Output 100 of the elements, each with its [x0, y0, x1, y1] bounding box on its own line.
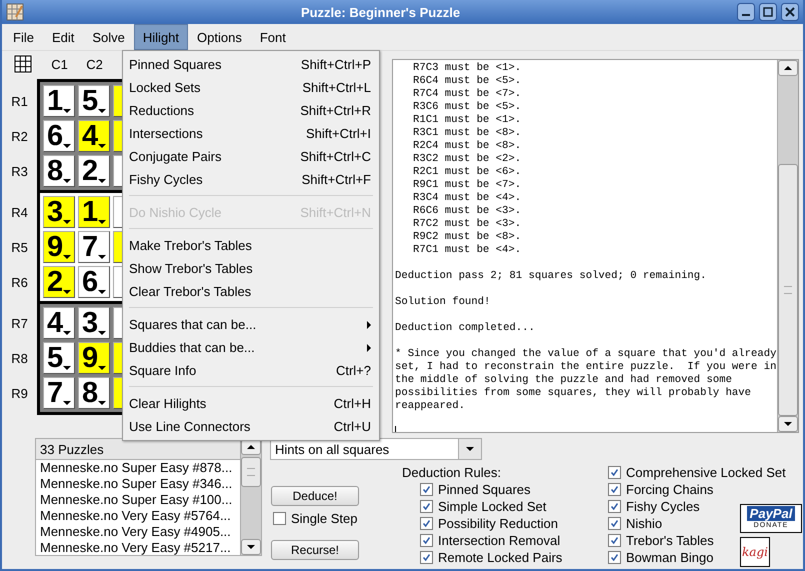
scrollbar[interactable]: [777, 60, 798, 432]
menu-item[interactable]: File: [4, 24, 43, 50]
checkbox[interactable]: [608, 483, 621, 496]
menu-item[interactable]: Clear Hilights Ctrl+H: [123, 392, 379, 415]
menu-item[interactable]: Edit: [42, 24, 84, 50]
checkbox[interactable]: [273, 512, 286, 525]
checkbox[interactable]: [608, 534, 621, 547]
caret-icon: [98, 290, 106, 294]
menu-item[interactable]: Show Trebor's Tables: [123, 257, 379, 280]
menu-item[interactable]: Square Info Ctrl+?: [123, 359, 379, 382]
caret-icon: [63, 401, 71, 405]
list-item[interactable]: Menneske.no Very Easy #5764...: [36, 508, 240, 524]
maximize-icon[interactable]: [759, 3, 777, 21]
caret-icon: [63, 179, 71, 183]
checkbox[interactable]: [608, 551, 621, 564]
caret-icon: [63, 144, 71, 148]
puzzle-square[interactable]: 6: [43, 120, 75, 152]
puzzle-list[interactable]: 33 Puzzles Menneske.no Super Easy #878... Menneske.no Super Easy #346... Menneske.no Super Easy #100... Menneske.no Very Easy #5764... Menneske.no Very Easy #4905... Menneske.no Very Easy #5217...: [36, 439, 240, 555]
caret-icon: [63, 331, 71, 335]
list-item[interactable]: Menneske.no Very Easy #5217...: [36, 540, 240, 555]
puzzle-square[interactable]: 5: [43, 342, 75, 374]
row-label: R7: [10, 314, 29, 332]
caret-icon: [98, 255, 106, 259]
scroll-down-button[interactable]: [241, 539, 261, 555]
menu-item[interactable]: Clear Trebor's Tables: [123, 280, 379, 303]
checkbox[interactable]: [608, 517, 621, 530]
checkbox[interactable]: [420, 483, 433, 496]
caret-icon: [98, 331, 106, 335]
puzzle-square[interactable]: 8: [78, 377, 110, 409]
puzzle-square[interactable]: 3: [43, 196, 75, 228]
list-header[interactable]: 33 Puzzles: [36, 439, 240, 460]
close-icon[interactable]: [781, 3, 799, 21]
menu-item[interactable]: Font: [250, 24, 295, 50]
list-item[interactable]: Menneske.no Super Easy #878...: [36, 460, 240, 476]
log-text: Deduction pass 2; 81 squares solved; 0 remaining.: [395, 270, 708, 283]
menu-item[interactable]: Make Trebor's Tables: [123, 234, 379, 257]
checkbox[interactable]: [608, 500, 621, 513]
puzzle-square[interactable]: 4: [78, 120, 110, 152]
recurse-button[interactable]: Recurse!: [271, 540, 359, 560]
deduce-button[interactable]: Deduce!: [271, 486, 359, 506]
window-title: Puzzle: Beginner's Puzzle: [300, 4, 462, 20]
list-item[interactable]: Menneske.no Super Easy #100...: [36, 492, 240, 508]
list-item[interactable]: Menneske.no Very Easy #4905...: [36, 524, 240, 540]
log-text: Solution found!: [395, 296, 492, 309]
checkbox[interactable]: [420, 551, 433, 564]
caret-icon: [98, 179, 106, 183]
puzzle-square[interactable]: 7: [43, 377, 75, 409]
menu-item[interactable]: Conjugate Pairs Shift+Ctrl+C: [123, 145, 379, 168]
caret-icon: [98, 220, 106, 224]
menu-item[interactable]: Pinned Squares Shift+Ctrl+P: [123, 53, 379, 76]
puzzle-square[interactable]: 5: [78, 85, 110, 117]
menu-item[interactable]: Options: [188, 24, 251, 50]
row-label: R9: [10, 384, 29, 402]
row-label: R4: [10, 204, 29, 222]
puzzle-square[interactable]: 1: [43, 85, 75, 117]
checkbox-label: Pinned Squares: [438, 482, 531, 497]
puzzle-square[interactable]: 6: [78, 266, 110, 298]
grid-icon[interactable]: [14, 55, 32, 73]
checkbox[interactable]: [420, 517, 433, 530]
checkbox[interactable]: [420, 534, 433, 547]
scroll-down-button[interactable]: [778, 416, 798, 432]
puzzle-square[interactable]: 1: [78, 196, 110, 228]
scroll-up-button[interactable]: [778, 60, 798, 76]
puzzle-square[interactable]: 9: [78, 342, 110, 374]
list-item[interactable]: Menneske.no Super Easy #346...: [36, 476, 240, 492]
submenu-item[interactable]: Buddies that can be...: [123, 336, 379, 359]
log-area[interactable]: [392, 59, 799, 433]
puzzle-square[interactable]: 4: [43, 307, 75, 339]
caret-icon: [63, 109, 71, 113]
menu-item[interactable]: Fishy Cycles Shift+Ctrl+F: [123, 168, 379, 191]
row-label: R8: [10, 350, 29, 368]
hints-dropdown[interactable]: Hints on all squares: [270, 438, 482, 460]
caret-icon: [63, 290, 71, 294]
checkbox[interactable]: [608, 466, 621, 479]
scroll-thumb[interactable]: [778, 164, 798, 416]
puzzle-square[interactable]: 8: [43, 155, 75, 187]
row-label: R3: [10, 162, 29, 180]
puzzle-square[interactable]: 2: [43, 266, 75, 298]
menu-item[interactable]: Hilight: [134, 24, 188, 50]
caret-icon: [63, 220, 71, 224]
checkbox[interactable]: [420, 500, 433, 513]
checkbox-label: Single Step: [291, 511, 358, 526]
menu-item[interactable]: Locked Sets Shift+Ctrl+L: [123, 76, 379, 99]
scroll-thumb[interactable]: [241, 457, 261, 487]
scrollbar[interactable]: [240, 439, 261, 555]
menu-item[interactable]: Use Line Connectors Ctrl+U: [123, 415, 379, 438]
menu-item[interactable]: Intersections Shift+Ctrl+I: [123, 122, 379, 145]
log-text: R7C3 must be <1>. R6C4 must be <5>. R7C4 must be <7>. R3C6 must be <5>. R1C1 must be <1>. R3C1 must be <8>. R2C4 must be <8>. R3C2 must be <2>. R2C1 must be <6>. R9C1 must be <7>. R3C4 must be <4>. R6C6 must be <3>. R7C2 must be <3>. R9C2 must be <8>. R7C1 must be <4>.: [412, 62, 522, 257]
puzzle-square[interactable]: 9: [43, 231, 75, 263]
submenu-item[interactable]: Squares that can be...: [123, 313, 379, 336]
kagi-badge[interactable]: kagi: [740, 537, 770, 567]
menu-item[interactable]: Reductions Shift+Ctrl+R: [123, 99, 379, 122]
puzzle-square[interactable]: 7: [78, 231, 110, 263]
puzzle-square[interactable]: 3: [78, 307, 110, 339]
checkbox-label: Possibility Reduction: [438, 516, 558, 531]
checkbox-label: Bowman Bingo: [626, 550, 714, 565]
menu-item[interactable]: Solve: [83, 24, 134, 50]
puzzle-square[interactable]: 2: [78, 155, 110, 187]
checkbox-label: Intersection Removal: [438, 533, 560, 548]
minimize-icon[interactable]: [737, 3, 755, 21]
